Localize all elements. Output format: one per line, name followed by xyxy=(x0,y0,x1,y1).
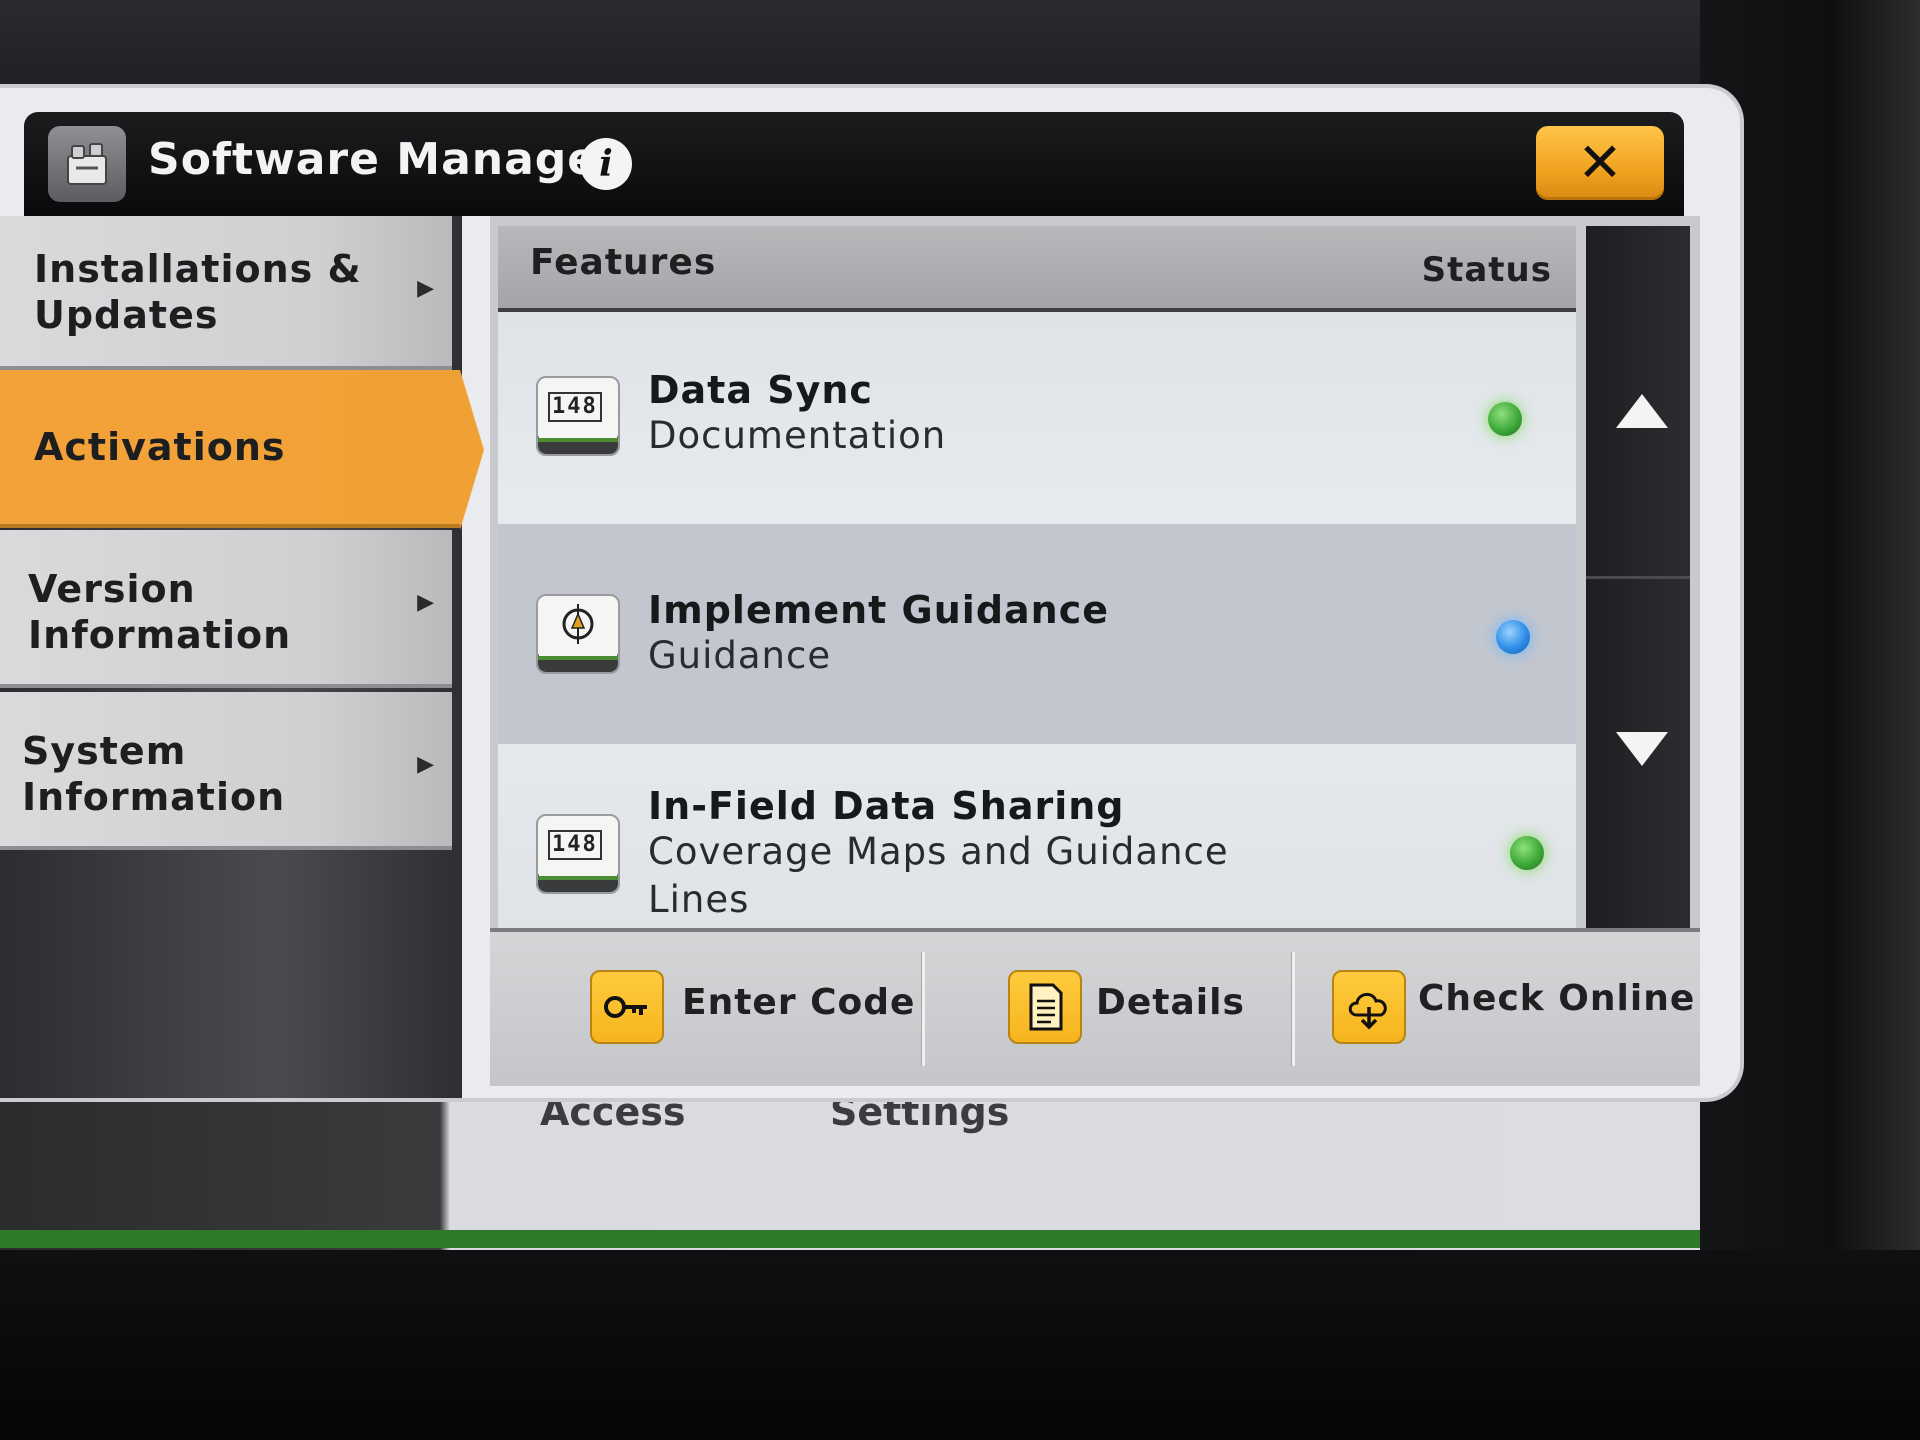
scroll-up-button[interactable] xyxy=(1586,226,1690,579)
counter-icon-digits: 148 xyxy=(548,830,602,860)
check-online-button[interactable]: Check Online xyxy=(1332,932,1694,1086)
sidebar-item-label: System Information xyxy=(22,729,286,819)
cloud-download-icon xyxy=(1332,970,1406,1044)
dialog-title: Software Manager xyxy=(148,134,621,185)
software-manager-dialog: Software Manager i ✕ Installations & Upd… xyxy=(0,88,1740,1098)
status-indicator xyxy=(1496,620,1530,654)
document-icon xyxy=(1008,970,1082,1044)
feature-category: Documentation xyxy=(648,414,947,457)
feature-row-implement-guidance[interactable]: Implement Guidance Guidance xyxy=(498,524,1576,744)
status-indicator xyxy=(1488,402,1522,436)
sidebar-item-version-information[interactable]: Version Information ▶ xyxy=(0,530,452,688)
title-bar: Software Manager i ✕ xyxy=(24,112,1684,216)
device-bezel-top xyxy=(0,0,1920,90)
arrow-down-icon xyxy=(1616,732,1668,766)
chevron-right-icon: ▶ xyxy=(417,276,434,301)
check-online-label: Check Online xyxy=(1418,978,1696,1019)
sidebar-item-system-information[interactable]: System Information ▶ xyxy=(0,692,452,850)
action-divider xyxy=(922,952,925,1066)
action-bar: Enter Code Details Check Online xyxy=(490,928,1700,1086)
chevron-right-icon: ▶ xyxy=(417,590,434,615)
background-green-strip xyxy=(0,1230,1760,1248)
arrow-up-icon xyxy=(1616,394,1668,428)
feature-row-in-field-data-sharing[interactable]: 148 In-Field Data Sharing Coverage Maps … xyxy=(498,744,1576,942)
details-button[interactable]: Details xyxy=(1008,932,1268,1086)
counter-icon: 148 xyxy=(536,376,620,456)
implement-guidance-icon xyxy=(536,594,620,674)
close-button[interactable]: ✕ xyxy=(1536,126,1664,200)
sidebar-item-label: Activations xyxy=(34,425,286,469)
device-bezel-bottom xyxy=(0,1250,1920,1440)
key-icon xyxy=(590,970,664,1044)
sidebar: Installations & Updates ▶ Activations Ve… xyxy=(0,216,484,1098)
scrollbar xyxy=(1586,226,1690,964)
sidebar-item-label: Installations & Updates xyxy=(34,247,362,337)
feature-name: In-Field Data Sharing xyxy=(648,784,1125,828)
sidebar-item-installations-updates[interactable]: Installations & Updates ▶ xyxy=(0,216,452,370)
info-icon[interactable]: i xyxy=(580,138,632,190)
software-manager-app-icon xyxy=(48,126,126,202)
feature-row-data-sync[interactable]: 148 Data Sync Documentation xyxy=(498,312,1576,524)
status-indicator xyxy=(1510,836,1544,870)
features-list: 148 Data Sync Documentation Implement Gu… xyxy=(498,312,1576,942)
scroll-down-button[interactable] xyxy=(1586,582,1690,962)
features-header: Features Status xyxy=(498,226,1576,312)
details-label: Details xyxy=(1096,982,1245,1023)
feature-category: Coverage Maps and Guidance Lines xyxy=(648,830,1229,921)
action-divider xyxy=(1292,952,1295,1066)
status-column-header: Status xyxy=(1421,250,1552,290)
counter-icon-digits: 148 xyxy=(548,392,602,422)
counter-icon: 148 xyxy=(536,814,620,894)
enter-code-button[interactable]: Enter Code xyxy=(590,932,914,1086)
sidebar-item-activations[interactable]: Activations xyxy=(0,370,484,530)
features-column-header: Features xyxy=(530,242,717,283)
close-icon: ✕ xyxy=(1577,131,1623,194)
feature-name: Implement Guidance xyxy=(648,588,1110,632)
chevron-right-icon: ▶ xyxy=(417,752,434,777)
sidebar-item-label: Version Information xyxy=(28,567,292,657)
feature-category: Guidance xyxy=(648,634,832,677)
enter-code-label: Enter Code xyxy=(682,982,916,1023)
feature-name: Data Sync xyxy=(648,368,873,412)
